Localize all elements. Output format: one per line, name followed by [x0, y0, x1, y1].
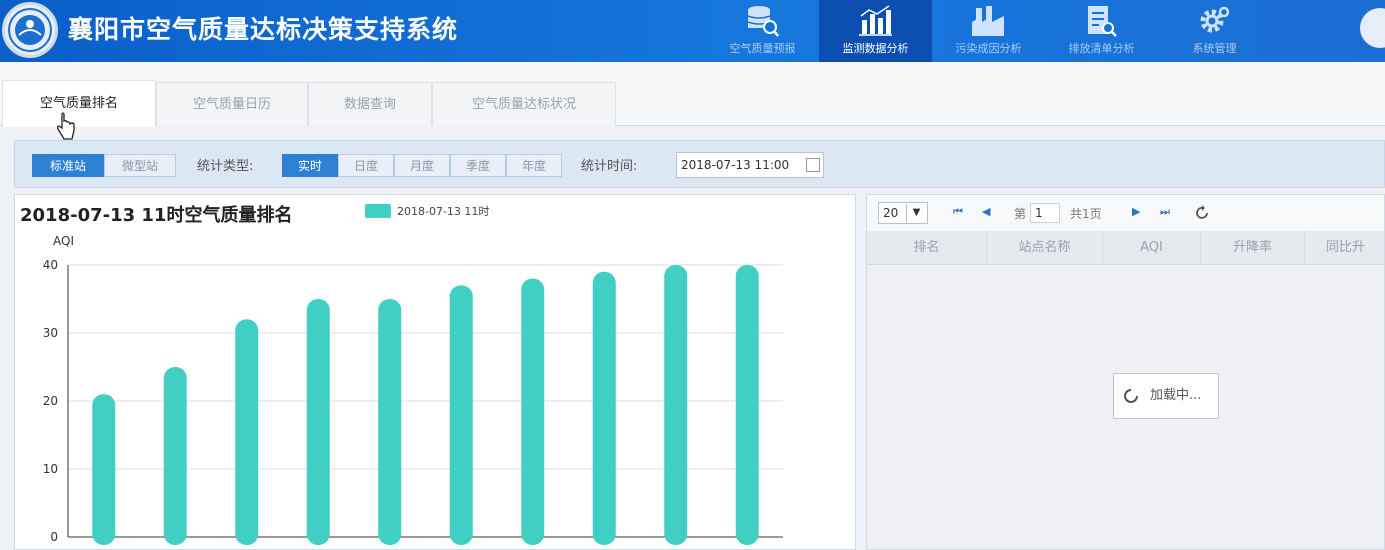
column-header-rank[interactable]: 排名 — [867, 231, 987, 265]
filter-bar: 标准站 微型站 统计类型: 实时 日度 月度 季度 年度 统计时间: 2018-… — [14, 140, 1385, 188]
column-header-yoy[interactable]: 同比升 — [1305, 231, 1384, 265]
page-label-prefix: 第 — [1014, 207, 1027, 221]
bar — [163, 367, 187, 545]
bar — [735, 265, 759, 545]
nav-label: 污染成因分析 — [955, 42, 1022, 55]
bar — [378, 299, 402, 545]
user-avatar-button[interactable] — [1360, 8, 1385, 48]
stat-time-label: 统计时间: — [581, 159, 638, 174]
stat-type-daily-button[interactable]: 日度 — [338, 154, 394, 177]
database-search-icon — [747, 6, 779, 37]
bar — [449, 285, 473, 545]
bar — [235, 319, 259, 545]
bar — [306, 299, 330, 545]
stat-type-monthly-button[interactable]: 月度 — [394, 154, 450, 177]
tab-aqi-calendar[interactable]: 空气质量日历 — [156, 82, 308, 126]
tab-compliance-status[interactable]: 空气质量达标状况 — [432, 82, 616, 126]
emblem-logo-icon — [2, 2, 58, 58]
hand-cursor-icon — [57, 112, 75, 140]
stat-time-input[interactable]: 2018-07-13 11:00 — [676, 152, 824, 178]
table-header: 排名 站点名称 AQI 升降率 同比升 — [867, 231, 1384, 265]
legend-swatch — [365, 204, 391, 218]
tab-bar: 空气质量排名 空气质量日历 数据查询 空气质量达标状况 — [0, 62, 1385, 127]
station-type-standard-button[interactable]: 标准站 — [32, 154, 104, 177]
y-tick-label: 40 — [43, 258, 58, 272]
nav-item-forecast[interactable]: 空气质量预报 — [706, 0, 819, 62]
y-tick-label: 10 — [43, 462, 58, 476]
loading-indicator: 加载中... — [1113, 373, 1219, 419]
nav-label: 监测数据分析 — [842, 42, 909, 55]
bar — [664, 265, 688, 545]
stat-type-quarterly-button[interactable]: 季度 — [450, 154, 506, 177]
nav-item-emission-inventory[interactable]: 排放清单分析 — [1045, 0, 1158, 62]
chart-panel: AQI 0 10 20 30 40 2018-07-13 11时空气质量排名 2018-0… — [14, 194, 856, 550]
page-size-select[interactable]: 20 ▼ — [878, 202, 928, 224]
calendar-icon[interactable] — [806, 158, 820, 172]
station-type-micro-button[interactable]: 微型站 — [104, 154, 176, 177]
app-title: 襄阳市空气质量达标决策支持系统 — [68, 15, 459, 44]
column-header-station-name[interactable]: 站点名称 — [987, 231, 1103, 265]
chart-title: 2018-07-13 11时空气质量排名 — [20, 205, 293, 226]
stat-type-label: 统计类型: — [197, 159, 254, 174]
document-search-icon — [1088, 6, 1117, 37]
chart-legend[interactable]: 2018-07-13 11时 — [365, 203, 489, 219]
y-tick-label: 30 — [43, 326, 58, 340]
stat-time-value: 2018-07-13 11:00 — [681, 158, 790, 172]
nav-item-monitoring[interactable]: 监测数据分析 — [819, 0, 932, 62]
bar — [521, 278, 545, 545]
tab-aqi-ranking[interactable]: 空气质量排名 — [2, 80, 156, 127]
nav-item-system-admin[interactable]: 系统管理 — [1158, 0, 1271, 62]
page-number-value: 1 — [1035, 206, 1043, 220]
bar — [92, 394, 116, 545]
bar-chart-icon — [859, 5, 892, 36]
loading-text: 加载中... — [1150, 388, 1202, 403]
main-nav: 空气质量预报 监测数据分析 污染成因分析 排放清单分析 系统管理 — [706, 0, 1271, 62]
chevron-down-icon[interactable]: ▼ — [906, 204, 926, 222]
refresh-icon[interactable] — [1194, 205, 1210, 221]
stat-type-realtime-button[interactable]: 实时 — [282, 154, 338, 177]
y-tick-label: 20 — [43, 394, 58, 408]
last-page-icon[interactable]: ⏭ — [1160, 205, 1170, 219]
app-header: 襄阳市空气质量达标决策支持系统 空气质量预报 监测数据分析 污染成因分析 排放清… — [0, 0, 1385, 62]
column-header-change-rate[interactable]: 升降率 — [1201, 231, 1305, 265]
y-axis-label: AQI — [53, 234, 74, 248]
first-page-icon[interactable]: ⏮ — [953, 205, 963, 219]
loading-spinner-icon — [1124, 389, 1138, 403]
tab-data-query[interactable]: 数据查询 — [308, 82, 432, 126]
prev-page-icon[interactable]: ◀ — [982, 205, 990, 218]
page-number-input[interactable]: 1 — [1030, 203, 1060, 223]
gear-icon — [1200, 6, 1230, 33]
nav-label: 排放清单分析 — [1068, 42, 1135, 55]
page-size-value: 20 — [883, 206, 899, 220]
bar — [592, 271, 616, 545]
aqi-bar-chart: AQI 0 10 20 30 40 — [43, 234, 783, 545]
nav-label: 系统管理 — [1192, 42, 1237, 55]
ranking-table-panel: 20 ▼ ⏮ ◀ 第 1 共1页 ▶ ⏭ 排名 站点名称 AQI 升降率 同比升… — [866, 194, 1385, 550]
total-pages-label: 共1页 — [1070, 207, 1102, 221]
y-tick-label: 0 — [50, 530, 58, 544]
stat-type-yearly-button[interactable]: 年度 — [506, 154, 562, 177]
nav-item-pollution-cause[interactable]: 污染成因分析 — [932, 0, 1045, 62]
nav-label: 空气质量预报 — [729, 42, 796, 55]
next-page-icon[interactable]: ▶ — [1132, 205, 1140, 218]
pagination-bar: 20 ▼ ⏮ ◀ 第 1 共1页 ▶ ⏭ — [867, 195, 1384, 231]
column-header-aqi[interactable]: AQI — [1103, 231, 1201, 265]
factory-icon — [972, 6, 1004, 36]
legend-label: 2018-07-13 11时 — [397, 205, 490, 218]
